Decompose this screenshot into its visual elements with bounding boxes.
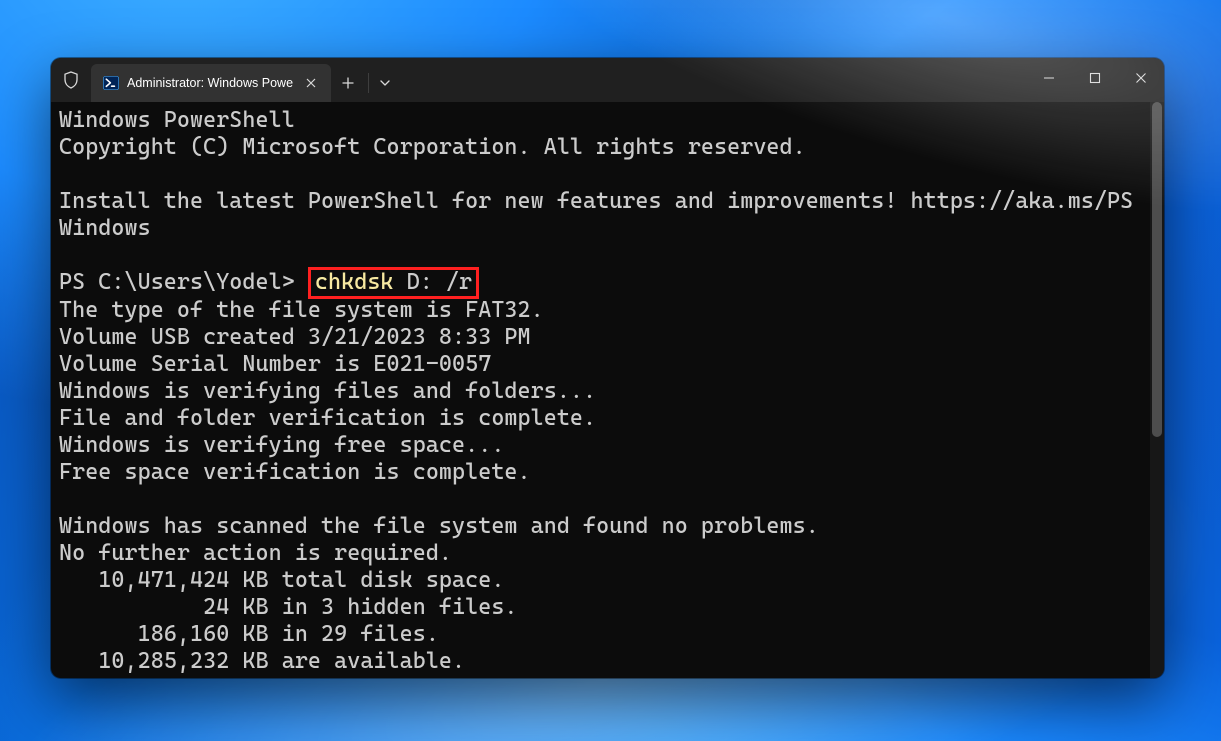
close-icon [1135,72,1147,84]
banner-line: Windows PowerShell [59,107,295,133]
output-line: Volume USB created 3/21/2023 8:33 PM [59,324,531,350]
chevron-down-icon [380,80,390,86]
minimize-icon [1043,72,1055,84]
scroll-thumb[interactable] [1152,102,1162,437]
tab-close-button[interactable] [301,73,321,93]
maximize-button[interactable] [1072,58,1118,98]
output-line: The type of the file system is FAT32. [59,297,544,323]
output-line: 10,471,424 KB total disk space. [59,567,504,593]
output-line: Windows has scanned the file system and … [59,513,819,539]
output-line: 186,160 KB in 29 files. [59,621,439,647]
terminal-window: Administrator: Windows Powe [51,58,1164,678]
plus-icon [342,77,354,89]
window-controls [1026,58,1164,102]
output-line: Windows is verifying free space... [59,432,504,458]
output-line: 10,285,232 KB are available. [59,648,465,674]
command-args: D: /r [394,269,473,295]
admin-shield-badge [51,58,91,102]
maximize-icon [1089,72,1101,84]
tab-title: Administrator: Windows Powe [127,76,293,90]
close-icon [306,78,316,88]
tab-actions [331,64,398,102]
terminal-output[interactable]: Windows PowerShell Copyright (C) Microso… [51,102,1150,678]
output-line: No further action is required. [59,540,452,566]
minimize-button[interactable] [1026,58,1072,98]
install-hint: Install the latest PowerShell for new fe… [59,188,1133,241]
output-line: File and folder verification is complete… [59,405,596,431]
titlebar[interactable]: Administrator: Windows Powe [51,58,1164,102]
close-window-button[interactable] [1118,58,1164,98]
prompt-prefix: PS C:\Users\Yodel> [59,269,308,295]
command-exe: chkdsk [315,269,394,295]
command-highlight: chkdsk D: /r [308,267,479,299]
tab-powershell[interactable]: Administrator: Windows Powe [91,64,331,102]
output-line: Windows is verifying files and folders..… [59,378,596,404]
desktop-wallpaper: Administrator: Windows Powe [0,0,1221,741]
output-line: Free space verification is complete. [59,459,531,485]
output-line: Volume Serial Number is E021-0057 [59,351,491,377]
tab-dropdown-button[interactable] [372,67,398,99]
scrollbar[interactable] [1150,102,1164,678]
powershell-icon [103,75,119,91]
new-tab-button[interactable] [331,67,365,99]
titlebar-drag-region[interactable] [398,58,1026,102]
separator [368,73,369,93]
output-line: 24 KB in 3 hidden files. [59,594,518,620]
banner-line: Copyright (C) Microsoft Corporation. All… [59,134,806,160]
shield-icon [63,71,79,89]
